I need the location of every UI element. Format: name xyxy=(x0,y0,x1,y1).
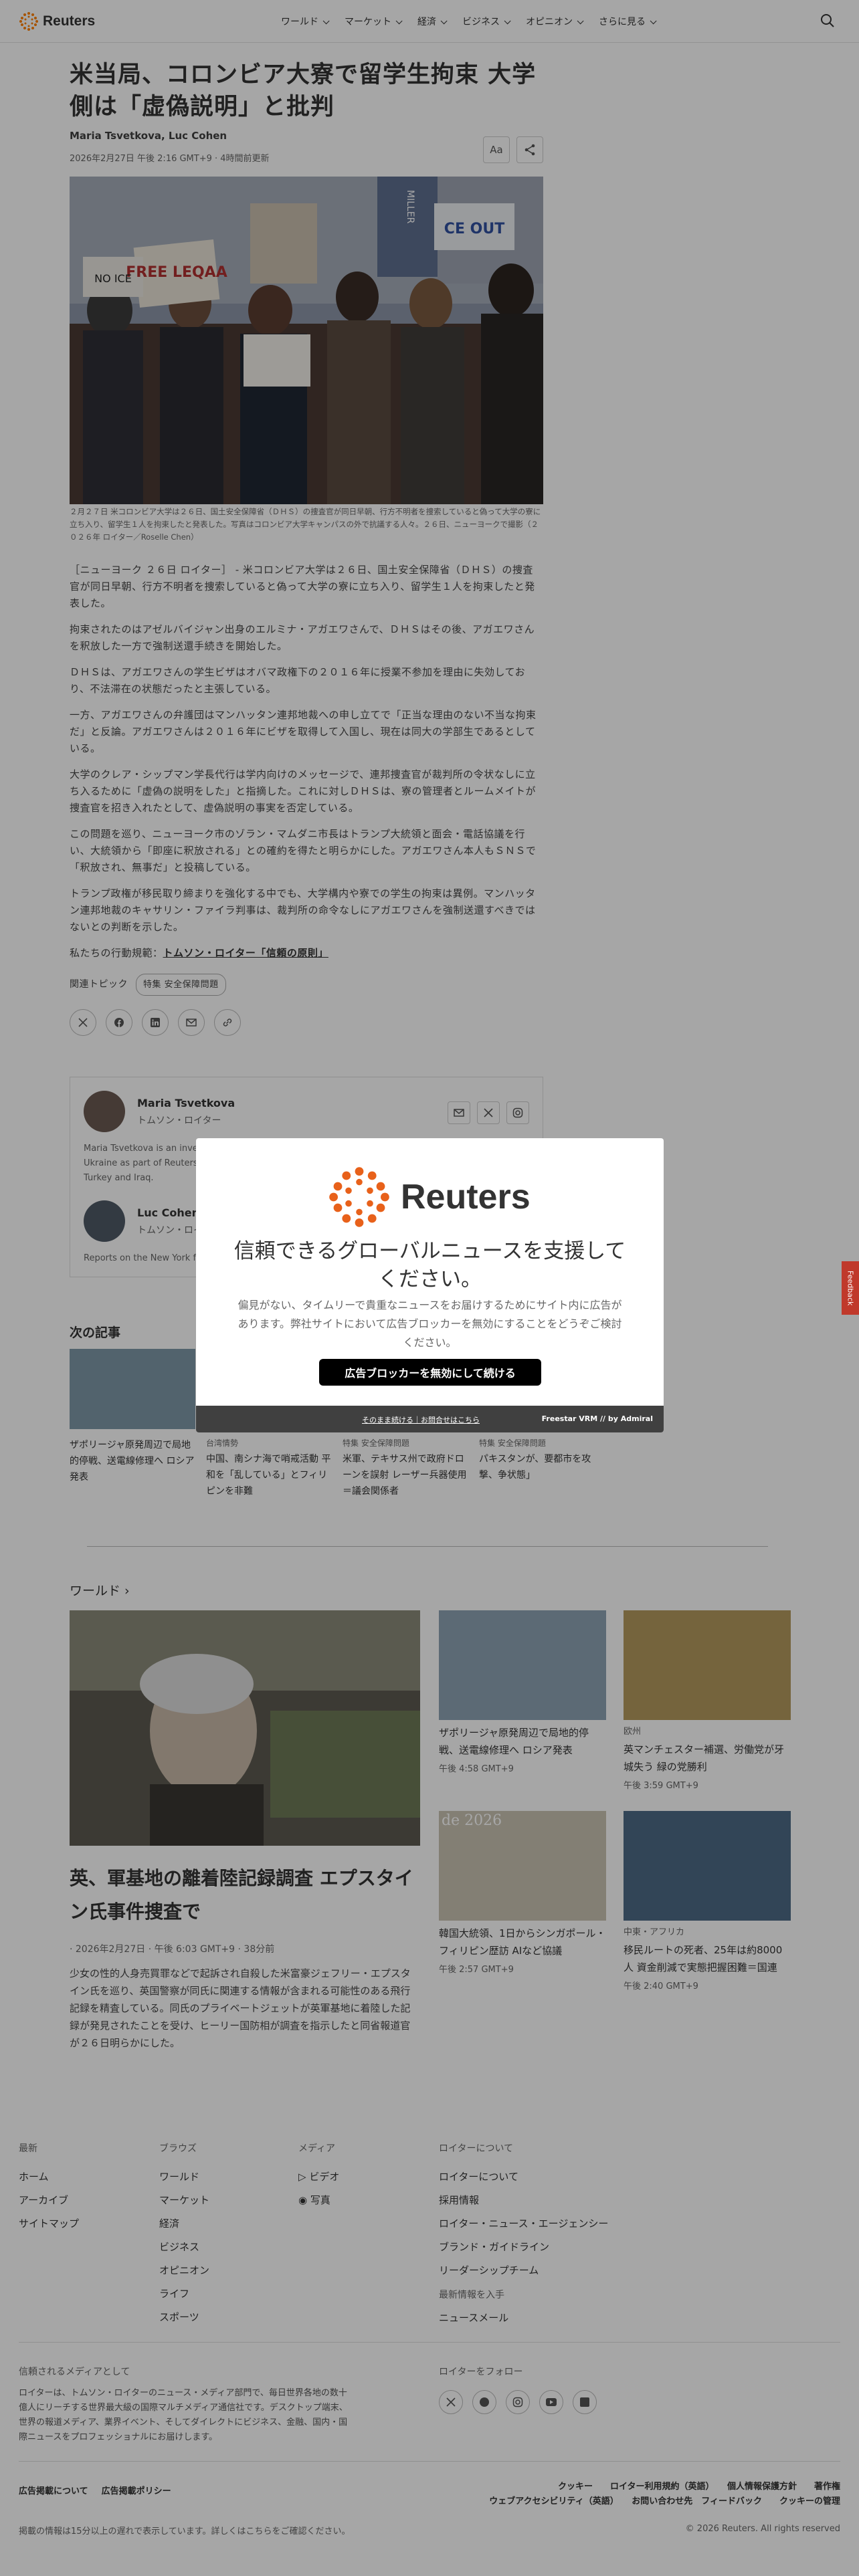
reuters-logo-icon xyxy=(329,1167,389,1227)
disable-adblock-button[interactable]: 広告ブロッカーを無効にして続ける xyxy=(319,1359,541,1386)
modal-heading: 信頼できるグローバルニュースを支援してください。 xyxy=(233,1239,626,1291)
modal-brand: Freestar VRM // by Admiral xyxy=(541,1414,653,1423)
feedback-tab[interactable]: Feedback xyxy=(842,1261,859,1315)
adblock-modal: Reuters 信頼できるグローバルニュースを支援してください。 偏見がない、タ… xyxy=(196,1138,664,1432)
modal-logo-text: Reuters xyxy=(401,1178,531,1216)
modal-logo: Reuters xyxy=(327,1165,531,1229)
modal-text: 偏見がない、タイムリーで貴重なニュースをお届けするためにサイト内に広告があります… xyxy=(237,1299,622,1349)
continue-link[interactable]: そのまま続ける｜お問合せはこちら xyxy=(362,1414,480,1425)
modal-footer: そのまま続ける｜お問合せはこちら Freestar VRM // by Admi… xyxy=(196,1406,664,1432)
